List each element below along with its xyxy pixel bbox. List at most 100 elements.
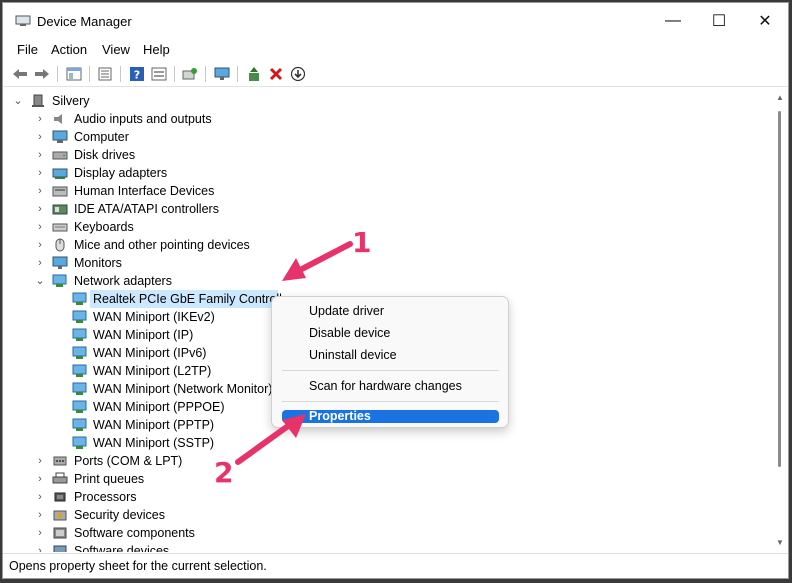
expand-chevron-icon[interactable]: › bbox=[35, 110, 45, 128]
expand-chevron-icon[interactable]: › bbox=[35, 254, 45, 272]
tree-item-label: WAN Miniport (PPPOE) bbox=[93, 400, 225, 414]
scroll-up-icon[interactable]: ▲ bbox=[775, 93, 785, 103]
expand-chevron-icon[interactable]: › bbox=[35, 146, 45, 164]
monitor-button[interactable] bbox=[213, 65, 231, 83]
annotation-number-2: 2 bbox=[214, 456, 234, 489]
title-bar: Device Manager — ☐ ✕ bbox=[3, 3, 788, 39]
close-button[interactable]: ✕ bbox=[742, 3, 788, 39]
expand-chevron-icon[interactable]: › bbox=[35, 218, 45, 236]
menu-bar: File Action View Help bbox=[3, 39, 788, 61]
uninstall-icon bbox=[269, 67, 283, 81]
device-manager-window: Device Manager — ☐ ✕ File Action View He… bbox=[2, 2, 789, 579]
expand-chevron-icon[interactable]: › bbox=[35, 488, 45, 506]
minimize-icon: — bbox=[665, 12, 681, 29]
keyboard-icon bbox=[52, 223, 68, 232]
security-icon bbox=[53, 510, 67, 521]
printer-icon bbox=[52, 472, 68, 484]
tree-item-label: Processors bbox=[74, 490, 137, 504]
toolbar-separator bbox=[57, 66, 58, 82]
device-list-button[interactable] bbox=[96, 65, 114, 83]
help-icon: ? bbox=[130, 67, 144, 82]
tree-item-label: Print queues bbox=[74, 472, 145, 486]
menu-help[interactable]: Help bbox=[143, 42, 170, 57]
disable-button[interactable] bbox=[289, 65, 307, 83]
tree-item-label: Display adapters bbox=[74, 166, 168, 180]
network-icon bbox=[72, 382, 87, 395]
expand-chevron-icon[interactable]: › bbox=[35, 452, 45, 470]
toolbar-separator bbox=[174, 66, 175, 82]
tree-item-label: Realtek PCIe GbE Family Controller bbox=[93, 292, 294, 306]
menu-update-driver[interactable]: Update driver bbox=[282, 301, 499, 321]
show-hidden-button[interactable] bbox=[150, 65, 168, 83]
tree-item-label: WAN Miniport (L2TP) bbox=[93, 364, 212, 378]
minimize-button[interactable]: — bbox=[650, 3, 696, 39]
tree-item-label: Computer bbox=[74, 130, 129, 144]
expand-chevron-icon[interactable]: › bbox=[35, 470, 45, 488]
back-icon bbox=[13, 69, 27, 79]
back-button[interactable] bbox=[11, 65, 29, 83]
network-icon bbox=[72, 418, 87, 431]
scrollbar-thumb[interactable] bbox=[778, 111, 781, 467]
network-icon bbox=[52, 274, 67, 287]
network-icon bbox=[72, 346, 87, 359]
scroll-down-icon[interactable]: ▼ bbox=[775, 538, 785, 548]
annotation-number-1: 1 bbox=[352, 226, 372, 259]
menu-separator bbox=[282, 401, 499, 402]
disk-icon bbox=[52, 151, 68, 160]
tree-root-label: Silvery bbox=[52, 94, 90, 108]
menu-properties[interactable]: Properties bbox=[282, 410, 499, 423]
scan-hardware-icon bbox=[182, 68, 197, 80]
console-tree-button[interactable] bbox=[65, 65, 83, 83]
collapse-chevron-icon[interactable]: ⌄ bbox=[35, 272, 45, 290]
tree-item-label: Audio inputs and outputs bbox=[74, 112, 212, 126]
menu-uninstall-device[interactable]: Uninstall device bbox=[282, 345, 499, 365]
maximize-icon: ☐ bbox=[711, 13, 727, 30]
tree-item-label: WAN Miniport (IP) bbox=[93, 328, 194, 342]
expand-chevron-icon[interactable]: › bbox=[35, 128, 45, 146]
expand-chevron-icon[interactable]: › bbox=[35, 542, 45, 552]
tree-item-label: Ports (COM & LPT) bbox=[74, 454, 183, 468]
vertical-scrollbar[interactable]: ▲ ▼ bbox=[772, 89, 788, 552]
expand-chevron-icon[interactable]: › bbox=[35, 182, 45, 200]
maximize-button[interactable]: ☐ bbox=[696, 3, 742, 39]
menu-disable-device[interactable]: Disable device bbox=[282, 323, 499, 343]
processor-icon bbox=[54, 492, 66, 502]
menu-separator bbox=[282, 370, 499, 371]
uninstall-button[interactable] bbox=[267, 65, 285, 83]
toolbar-separator bbox=[205, 66, 206, 82]
tree-item-label: WAN Miniport (PPTP) bbox=[93, 418, 215, 432]
tree-item-label: Security devices bbox=[74, 508, 166, 522]
tree-item-label: WAN Miniport (IPv6) bbox=[93, 346, 207, 360]
scan-hardware-button[interactable] bbox=[181, 65, 199, 83]
mouse-icon bbox=[55, 238, 65, 252]
menu-scan-hardware[interactable]: Scan for hardware changes bbox=[282, 376, 499, 396]
software-device-icon bbox=[53, 545, 67, 552]
expand-chevron-icon[interactable]: › bbox=[35, 524, 45, 542]
menu-view[interactable]: View bbox=[102, 42, 130, 57]
status-text: Opens property sheet for the current sel… bbox=[9, 559, 267, 573]
help-button[interactable]: ? bbox=[128, 65, 146, 83]
collapse-chevron-icon[interactable]: ⌄ bbox=[13, 92, 23, 110]
tree-item-label: WAN Miniport (SSTP) bbox=[93, 436, 215, 450]
expand-chevron-icon[interactable]: › bbox=[35, 236, 45, 254]
network-icon bbox=[72, 292, 87, 305]
update-driver-button[interactable] bbox=[245, 65, 263, 83]
network-icon bbox=[72, 400, 87, 413]
menu-action[interactable]: Action bbox=[51, 42, 87, 57]
expand-chevron-icon[interactable]: › bbox=[35, 164, 45, 182]
device-manager-icon bbox=[15, 15, 31, 26]
computer-root-icon bbox=[32, 94, 44, 107]
network-icon bbox=[72, 310, 87, 323]
expand-chevron-icon[interactable]: › bbox=[35, 200, 45, 218]
speaker-icon bbox=[54, 114, 62, 124]
close-icon: ✕ bbox=[758, 13, 772, 30]
forward-icon bbox=[35, 69, 49, 79]
monitor-icon bbox=[52, 256, 68, 269]
context-menu: Update driver Disable device Uninstall d… bbox=[271, 296, 509, 428]
expand-chevron-icon[interactable]: › bbox=[35, 506, 45, 524]
menu-file[interactable]: File bbox=[17, 42, 38, 57]
tree-item-label: WAN Miniport (Network Monitor) bbox=[93, 382, 273, 396]
tree-item-label: IDE ATA/ATAPI controllers bbox=[74, 202, 219, 216]
network-icon bbox=[72, 328, 87, 341]
forward-button[interactable] bbox=[33, 65, 51, 83]
